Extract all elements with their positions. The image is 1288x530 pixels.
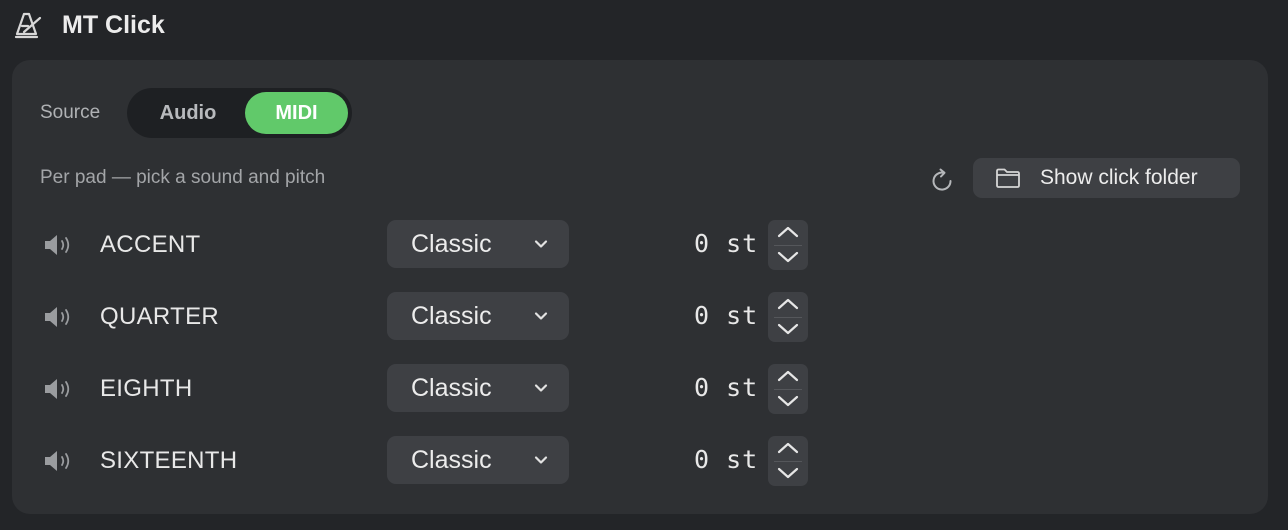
pad-name: EIGHTH — [100, 375, 193, 402]
chevron-down-icon — [533, 381, 549, 395]
sound-dropdown[interactable]: Classic — [387, 364, 569, 412]
pad-name: ACCENT — [100, 231, 201, 258]
pitch-stepper — [768, 292, 808, 342]
source-option-audio[interactable]: Audio — [131, 92, 245, 134]
pitch-increment-button[interactable] — [768, 292, 808, 317]
pitch-value: 0 st — [694, 373, 759, 402]
source-label: Source — [40, 102, 101, 123]
pad-name: QUARTER — [100, 303, 220, 330]
pad-name: SIXTEENTH — [100, 447, 238, 474]
source-option-midi[interactable]: MIDI — [245, 92, 348, 134]
pitch-increment-button[interactable] — [768, 436, 808, 461]
sound-dropdown-value: Classic — [411, 230, 492, 258]
pad-row-eighth: EIGHTH Classic 0 st — [12, 364, 1268, 414]
refresh-button[interactable] — [925, 164, 959, 198]
sound-dropdown[interactable]: Classic — [387, 220, 569, 268]
pitch-increment-button[interactable] — [768, 364, 808, 389]
show-click-folder-button[interactable]: Show click folder — [973, 158, 1240, 198]
pitch-decrement-button[interactable] — [768, 317, 808, 342]
per-pad-hint: Per pad — pick a sound and pitch — [40, 167, 326, 188]
source-segmented-control: Audio MIDI — [127, 88, 352, 138]
pad-row-accent: ACCENT Classic 0 st — [12, 220, 1268, 270]
pitch-value: 0 st — [694, 445, 759, 474]
pitch-decrement-button[interactable] — [768, 245, 808, 270]
click-settings-panel: Source Audio MIDI Per pad — pick a sound… — [12, 60, 1268, 514]
folder-icon — [995, 167, 1021, 189]
header: MT Click — [0, 0, 1288, 50]
chevron-down-icon — [533, 309, 549, 323]
pitch-decrement-button[interactable] — [768, 461, 808, 486]
speaker-icon[interactable] — [42, 376, 76, 402]
pad-row-sixteenth: SIXTEENTH Classic 0 st — [12, 436, 1268, 486]
pitch-value: 0 st — [694, 301, 759, 330]
pitch-value: 0 st — [694, 229, 759, 258]
chevron-down-icon — [533, 453, 549, 467]
sound-dropdown-value: Classic — [411, 446, 492, 474]
sound-dropdown-value: Classic — [411, 302, 492, 330]
sound-dropdown[interactable]: Classic — [387, 436, 569, 484]
metronome-icon — [14, 10, 44, 40]
pitch-stepper — [768, 220, 808, 270]
sound-dropdown[interactable]: Classic — [387, 292, 569, 340]
pitch-stepper — [768, 436, 808, 486]
sound-dropdown-value: Classic — [411, 374, 492, 402]
pitch-stepper — [768, 364, 808, 414]
speaker-icon[interactable] — [42, 448, 76, 474]
chevron-down-icon — [533, 237, 549, 251]
pitch-increment-button[interactable] — [768, 220, 808, 245]
pad-row-quarter: QUARTER Classic 0 st — [12, 292, 1268, 342]
pitch-decrement-button[interactable] — [768, 389, 808, 414]
show-click-folder-label: Show click folder — [1040, 166, 1198, 189]
speaker-icon[interactable] — [42, 232, 76, 258]
app-title: MT Click — [62, 11, 165, 39]
refresh-icon — [925, 168, 959, 202]
speaker-icon[interactable] — [42, 304, 76, 330]
